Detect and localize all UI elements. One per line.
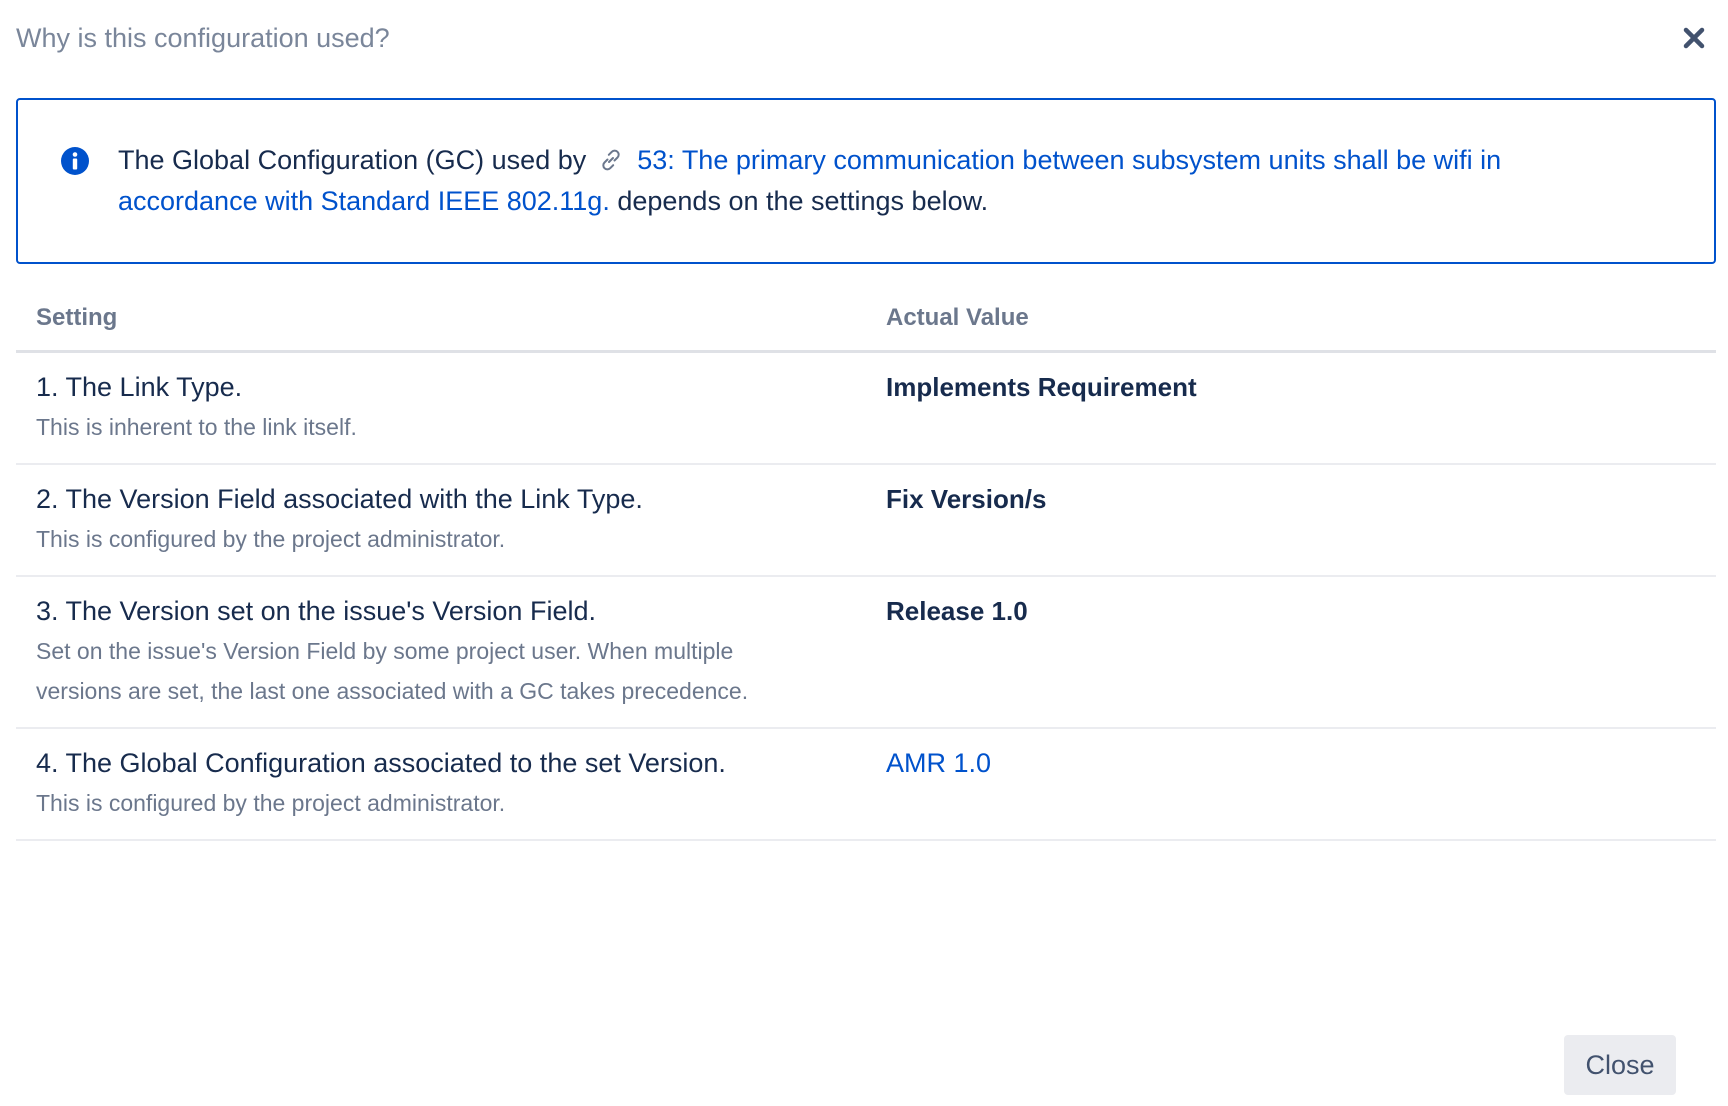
- table-header-row: Setting Actual Value: [16, 290, 1716, 353]
- dialog-title: Why is this configuration used?: [16, 23, 390, 53]
- close-icon-glyph: [1683, 27, 1705, 49]
- table-row: 4. The Global Configuration associated t…: [16, 728, 1716, 841]
- setting-value: Implements Requirement: [886, 372, 1197, 402]
- value-cell: Fix Version/s: [866, 464, 1716, 577]
- setting-description: This is configured by the project admini…: [36, 526, 506, 552]
- info-icon: [61, 147, 89, 175]
- table-row: 2. The Version Field associated with the…: [16, 464, 1716, 577]
- table-row: 3. The Version set on the issue's Versio…: [16, 576, 1716, 729]
- setting-description: This is inherent to the link itself.: [36, 414, 357, 440]
- value-cell: AMR 1.0: [866, 728, 1716, 841]
- setting-cell: 1. The Link Type. This is inherent to th…: [16, 351, 866, 465]
- info-text-before: The Global Configuration (GC) used by: [118, 145, 587, 175]
- value-cell: Release 1.0: [866, 576, 1716, 729]
- setting-value: Release 1.0: [886, 596, 1028, 626]
- value-cell: Implements Requirement: [866, 351, 1716, 465]
- setting-value: Fix Version/s: [886, 484, 1047, 514]
- close-button[interactable]: Close: [1564, 1035, 1676, 1095]
- link-icon: [602, 149, 620, 171]
- setting-label: 4. The Global Configuration associated t…: [36, 748, 726, 778]
- setting-cell: 4. The Global Configuration associated t…: [16, 728, 866, 841]
- info-panel: The Global Configuration (GC) used by 53…: [16, 98, 1716, 264]
- setting-label: 1. The Link Type.: [36, 372, 243, 402]
- setting-cell: 3. The Version set on the issue's Versio…: [16, 576, 866, 729]
- setting-description: Set on the issue's Version Field by some…: [36, 638, 749, 704]
- config-dialog: Why is this configuration used? The Glob…: [0, 0, 1728, 1106]
- global-configuration-link[interactable]: AMR 1.0: [886, 748, 991, 778]
- settings-table: Setting Actual Value 1. The Link Type. T…: [16, 290, 1716, 841]
- table-row: 1. The Link Type. This is inherent to th…: [16, 351, 1716, 465]
- info-text-after: depends on the settings below.: [617, 186, 989, 216]
- setting-cell: 2. The Version Field associated with the…: [16, 464, 866, 577]
- close-icon[interactable]: [1678, 22, 1710, 54]
- setting-label: 3. The Version set on the issue's Versio…: [36, 596, 596, 626]
- header-actual-value: Actual Value: [866, 290, 1716, 353]
- header-setting: Setting: [16, 290, 866, 353]
- setting-label: 2. The Version Field associated with the…: [36, 484, 643, 514]
- info-message: The Global Configuration (GC) used by 53…: [118, 140, 1598, 222]
- setting-description: This is configured by the project admini…: [36, 790, 506, 816]
